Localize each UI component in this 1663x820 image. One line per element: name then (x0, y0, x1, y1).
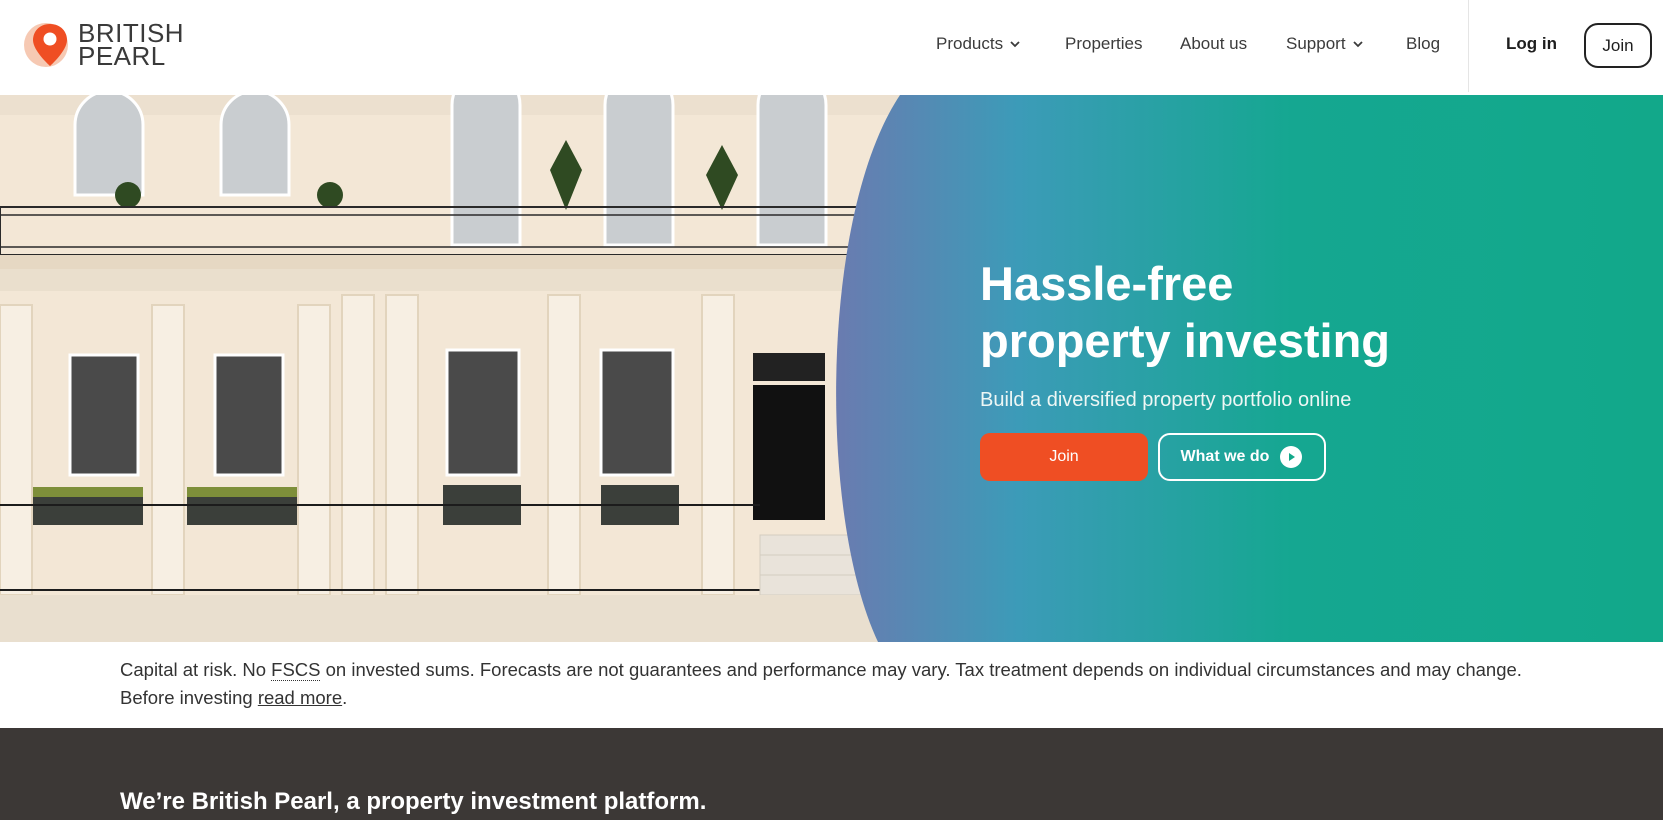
nav-blog-label: Blog (1406, 34, 1441, 53)
about-section: We’re British Pearl, a property investme… (0, 728, 1663, 820)
hero-subtitle: Build a diversified property portfolio o… (980, 389, 1352, 411)
nav-support[interactable]: Support (1286, 34, 1364, 54)
risk-text-part3: . (342, 687, 348, 708)
logo-wordmark: BRITISH PEARL (78, 20, 184, 71)
what-we-do-button[interactable]: What we do (1158, 433, 1326, 481)
hero-section: Hassle-free property investing Build a d… (0, 95, 1663, 642)
nav-divider (1468, 0, 1469, 92)
logo-line-2: PEARL (78, 41, 166, 71)
map-pin-logo-icon (24, 23, 68, 67)
nav-products[interactable]: Products (936, 34, 1021, 54)
chevron-down-icon (1352, 41, 1363, 48)
chevron-down-icon (1010, 41, 1020, 48)
nav-properties[interactable]: Properties (1065, 34, 1142, 54)
login-link[interactable]: Log in (1506, 34, 1557, 54)
risk-warning: Capital at risk. No FSCS on invested sum… (120, 656, 1580, 712)
nav-about[interactable]: About us (1180, 34, 1247, 54)
british-pearl-logo[interactable]: BRITISH PEARL (24, 18, 184, 72)
play-icon (1280, 446, 1303, 468)
hero-headline-line-2: property investing (980, 314, 1391, 367)
what-we-do-label: What we do (1180, 448, 1270, 465)
hero-headline-line-1: Hassle-free (980, 257, 1234, 310)
nav-products-label: Products (936, 34, 1004, 53)
nav-blog[interactable]: Blog (1406, 34, 1440, 54)
nav-properties-label: Properties (1065, 34, 1143, 53)
join-button-header[interactable]: Join (1584, 23, 1652, 68)
read-more-link[interactable]: read more (258, 687, 342, 708)
hero-join-button[interactable]: Join (980, 433, 1148, 481)
site-header: BRITISH PEARL Products Properties About … (0, 0, 1663, 96)
nav-support-label: Support (1286, 34, 1346, 53)
fscs-abbreviation: FSCS (271, 659, 321, 681)
nav-about-label: About us (1180, 34, 1248, 53)
about-title: We’re British Pearl, a property investme… (120, 788, 707, 815)
risk-text-part1: Capital at risk. No (120, 659, 272, 680)
hero-headline: Hassle-free property investing (980, 255, 1580, 369)
